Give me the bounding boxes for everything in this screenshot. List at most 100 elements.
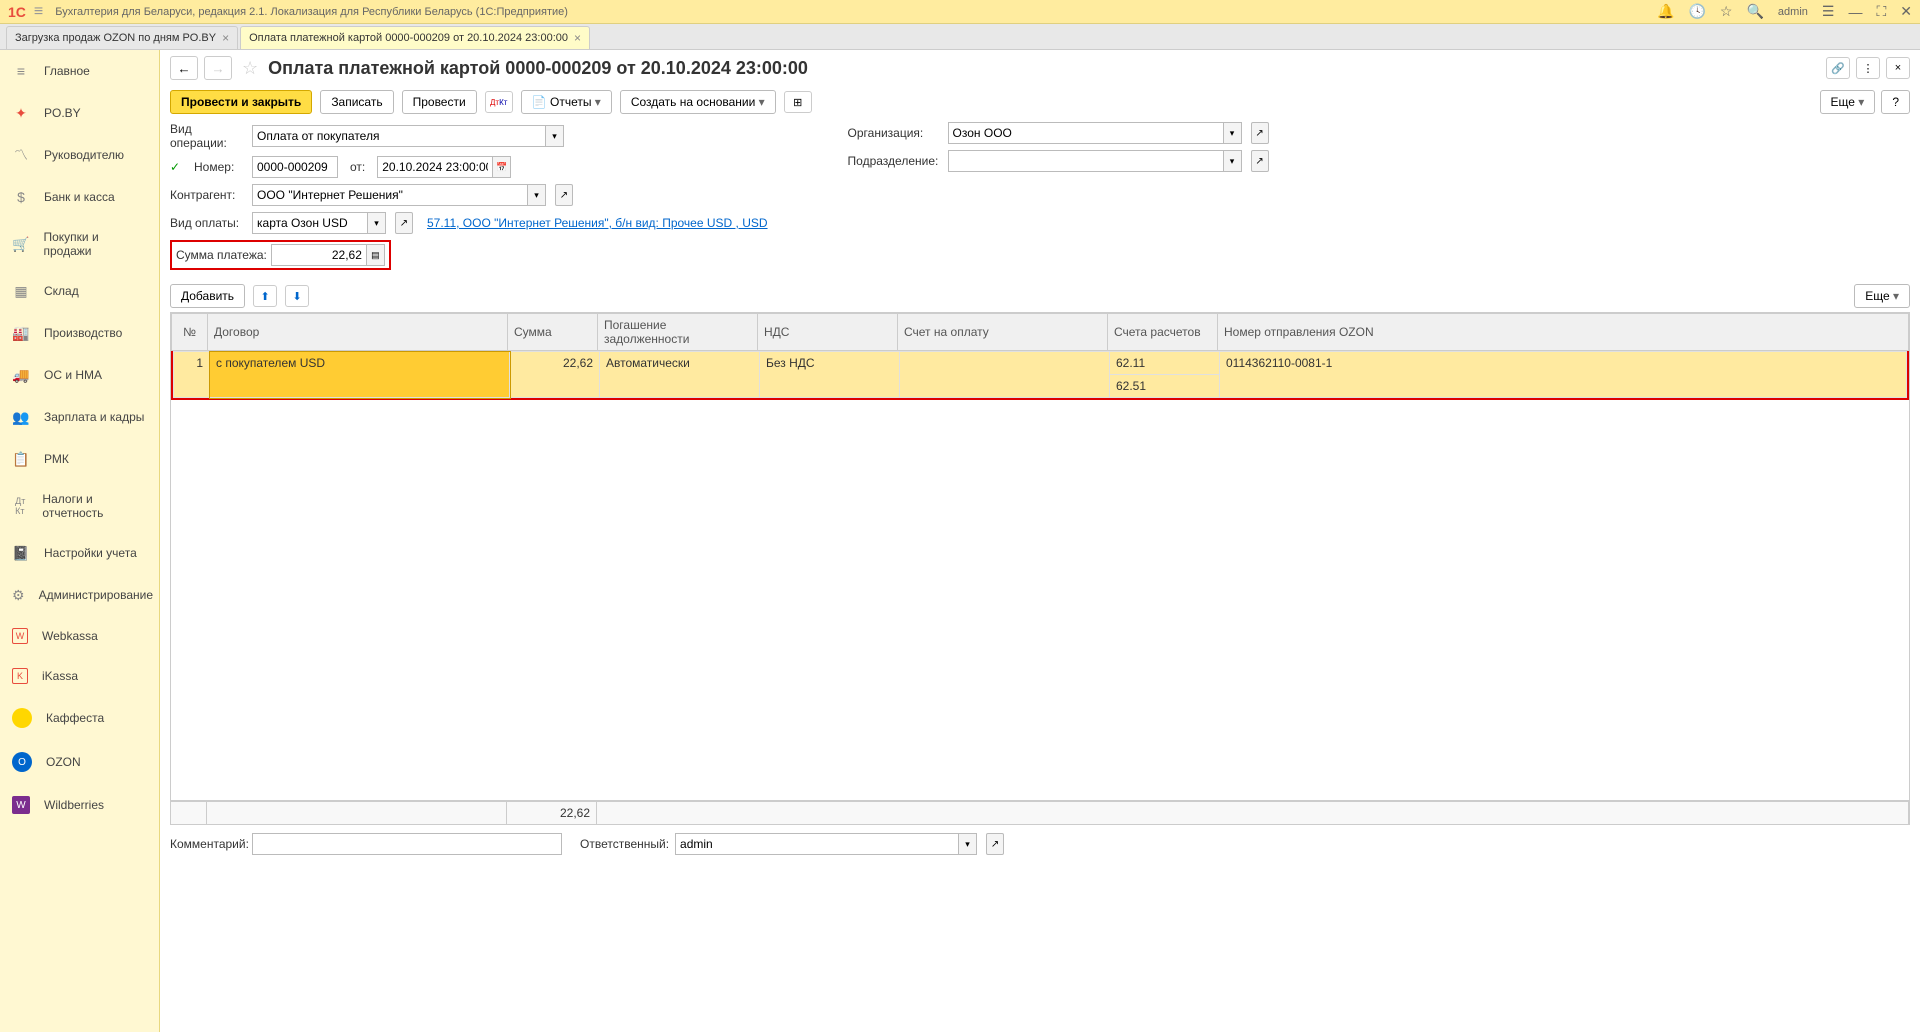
col-contract[interactable]: Договор <box>208 314 508 351</box>
responsible-input[interactable] <box>675 833 959 855</box>
pay-type-dropdown-icon[interactable]: ▾ <box>368 212 386 234</box>
add-row-button[interactable]: Добавить <box>170 284 245 308</box>
nav-salary[interactable]: 👥Зарплата и кадры <box>0 396 159 438</box>
settings-icon[interactable]: ☰ <box>1822 3 1835 20</box>
table-row[interactable]: 1 с покупателем USD 22,62 Автоматически … <box>174 352 1907 375</box>
nav-ikassa[interactable]: KiKassa <box>0 656 159 696</box>
back-button[interactable]: ← <box>170 56 198 80</box>
post-and-close-button[interactable]: Провести и закрыть <box>170 90 312 114</box>
close-icon[interactable]: ✕ <box>1900 3 1912 20</box>
pay-type-open-icon[interactable]: ↗ <box>395 212 413 234</box>
star-icon[interactable]: ☆ <box>1720 3 1733 20</box>
nav-sales[interactable]: 🛒Покупки и продажи <box>0 218 159 270</box>
date-input[interactable] <box>377 156 493 178</box>
table-more-button[interactable]: Еще <box>1854 284 1910 308</box>
col-repay[interactable]: Погашение задолженности <box>598 314 758 351</box>
nav-settings[interactable]: 📓Настройки учета <box>0 532 159 574</box>
pay-account-link[interactable]: 57.11, ООО "Интернет Решения", б/н вид: … <box>427 216 768 230</box>
nav-ozon[interactable]: OOZON <box>0 740 159 784</box>
post-button[interactable]: Провести <box>402 90 477 114</box>
reports-dropdown[interactable]: 📄 Отчеты <box>521 90 612 114</box>
close-doc-icon[interactable]: × <box>1886 57 1910 79</box>
user-label[interactable]: admin <box>1778 6 1808 18</box>
cell-vat[interactable]: Без НДС <box>760 352 900 398</box>
maximize-icon[interactable]: ⛶ <box>1876 3 1886 20</box>
col-vat[interactable]: НДС <box>758 314 898 351</box>
org-dropdown-icon[interactable]: ▾ <box>1224 122 1242 144</box>
minimize-icon[interactable]: — <box>1848 4 1862 20</box>
nav-bank[interactable]: $Банк и касса <box>0 176 159 218</box>
counterparty-open-icon[interactable]: ↗ <box>555 184 573 206</box>
tab-ozon-load[interactable]: Загрузка продаж OZON по дням PO.BY × <box>6 26 238 49</box>
search-icon[interactable]: 🔍 <box>1746 3 1763 20</box>
record-button[interactable]: Записать <box>320 90 393 114</box>
counterparty-dropdown-icon[interactable]: ▾ <box>528 184 546 206</box>
create-based-dropdown[interactable]: Создать на основании <box>620 90 776 114</box>
move-down-icon[interactable]: ⬇ <box>285 285 309 307</box>
cell-repay[interactable]: Автоматически <box>600 352 760 398</box>
nav-label: Производство <box>44 326 122 340</box>
cell-acc2[interactable]: 62.51 <box>1110 375 1220 398</box>
responsible-dropdown-icon[interactable]: ▾ <box>959 833 977 855</box>
nav-assets[interactable]: 🚚ОС и НМА <box>0 354 159 396</box>
sum-input[interactable] <box>271 244 367 266</box>
dept-open-icon[interactable]: ↗ <box>1251 150 1269 172</box>
factory-icon: 🏭 <box>12 324 30 342</box>
cell-contract[interactable]: с покупателем USD <box>210 352 510 398</box>
nav-label: РМК <box>44 452 69 466</box>
counterparty-input[interactable] <box>252 184 528 206</box>
cell-sum[interactable]: 22,62 <box>510 352 600 398</box>
col-n[interactable]: № <box>172 314 208 351</box>
nav-rmk[interactable]: 📋РМК <box>0 438 159 480</box>
cell-ozon[interactable]: 0114362110-0081-1 <box>1220 352 1907 398</box>
tab-payment-card[interactable]: Оплата платежной картой 0000-000209 от 2… <box>240 26 590 49</box>
op-type-dropdown-icon[interactable]: ▾ <box>546 125 564 147</box>
nav-main[interactable]: ≡Главное <box>0 50 159 92</box>
comment-input[interactable] <box>252 833 562 855</box>
op-type-input[interactable] <box>252 125 546 147</box>
move-up-icon[interactable]: ⬆ <box>253 285 277 307</box>
calendar-icon[interactable]: 📅 <box>493 156 511 178</box>
cart-icon: 🛒 <box>12 235 30 253</box>
col-invoice[interactable]: Счет на оплату <box>898 314 1108 351</box>
cell-n[interactable]: 1 <box>174 352 210 398</box>
more-button[interactable]: Еще <box>1820 90 1876 114</box>
nav-manager[interactable]: 〽Руководителю <box>0 134 159 176</box>
structure-icon[interactable]: ⊞ <box>784 91 812 113</box>
org-open-icon[interactable]: ↗ <box>1251 122 1269 144</box>
hamburger-icon[interactable]: ≡ <box>34 3 43 21</box>
forward-button[interactable]: → <box>204 56 232 80</box>
col-sum[interactable]: Сумма <box>508 314 598 351</box>
more-menu-icon[interactable]: ⋮ <box>1856 57 1880 79</box>
tab-close-icon[interactable]: × <box>222 31 229 45</box>
cell-acc1[interactable]: 62.11 <box>1110 352 1220 375</box>
col-ozon[interactable]: Номер отправления OZON <box>1218 314 1909 351</box>
favorite-star-icon[interactable]: ☆ <box>242 58 258 79</box>
bell-icon[interactable]: 🔔 <box>1657 3 1674 20</box>
org-input[interactable] <box>948 122 1224 144</box>
number-input[interactable] <box>252 156 338 178</box>
caffesta-icon <box>12 708 32 728</box>
col-accounts[interactable]: Счета расчетов <box>1108 314 1218 351</box>
op-type-label: Вид операции: <box>170 122 246 150</box>
tab-close-icon[interactable]: × <box>574 31 581 45</box>
dept-dropdown-icon[interactable]: ▾ <box>1224 150 1242 172</box>
nav-warehouse[interactable]: ▦Склад <box>0 270 159 312</box>
nav-admin[interactable]: ⚙Администрирование <box>0 574 159 616</box>
history-icon[interactable]: 🕓 <box>1688 3 1705 20</box>
nav-caffesta[interactable]: Каффеста <box>0 696 159 740</box>
calculator-icon[interactable]: ▤ <box>367 244 385 266</box>
payments-table: № Договор Сумма Погашение задолженности … <box>171 313 1909 351</box>
pay-type-input[interactable] <box>252 212 368 234</box>
nav-webkassa[interactable]: WWebkassa <box>0 616 159 656</box>
responsible-open-icon[interactable]: ↗ <box>986 833 1004 855</box>
dept-input[interactable] <box>948 150 1224 172</box>
nav-production[interactable]: 🏭 Производство <box>0 312 159 354</box>
nav-wildberries[interactable]: WWildberries <box>0 784 159 826</box>
cell-invoice[interactable] <box>900 352 1110 398</box>
dtkt-button[interactable]: ДтКт <box>485 91 513 113</box>
nav-poby[interactable]: ✦PO.BY <box>0 92 159 134</box>
link-icon[interactable]: 🔗 <box>1826 57 1850 79</box>
nav-taxes[interactable]: ДтКтНалоги и отчетность <box>0 480 159 532</box>
help-button[interactable]: ? <box>1881 90 1910 114</box>
